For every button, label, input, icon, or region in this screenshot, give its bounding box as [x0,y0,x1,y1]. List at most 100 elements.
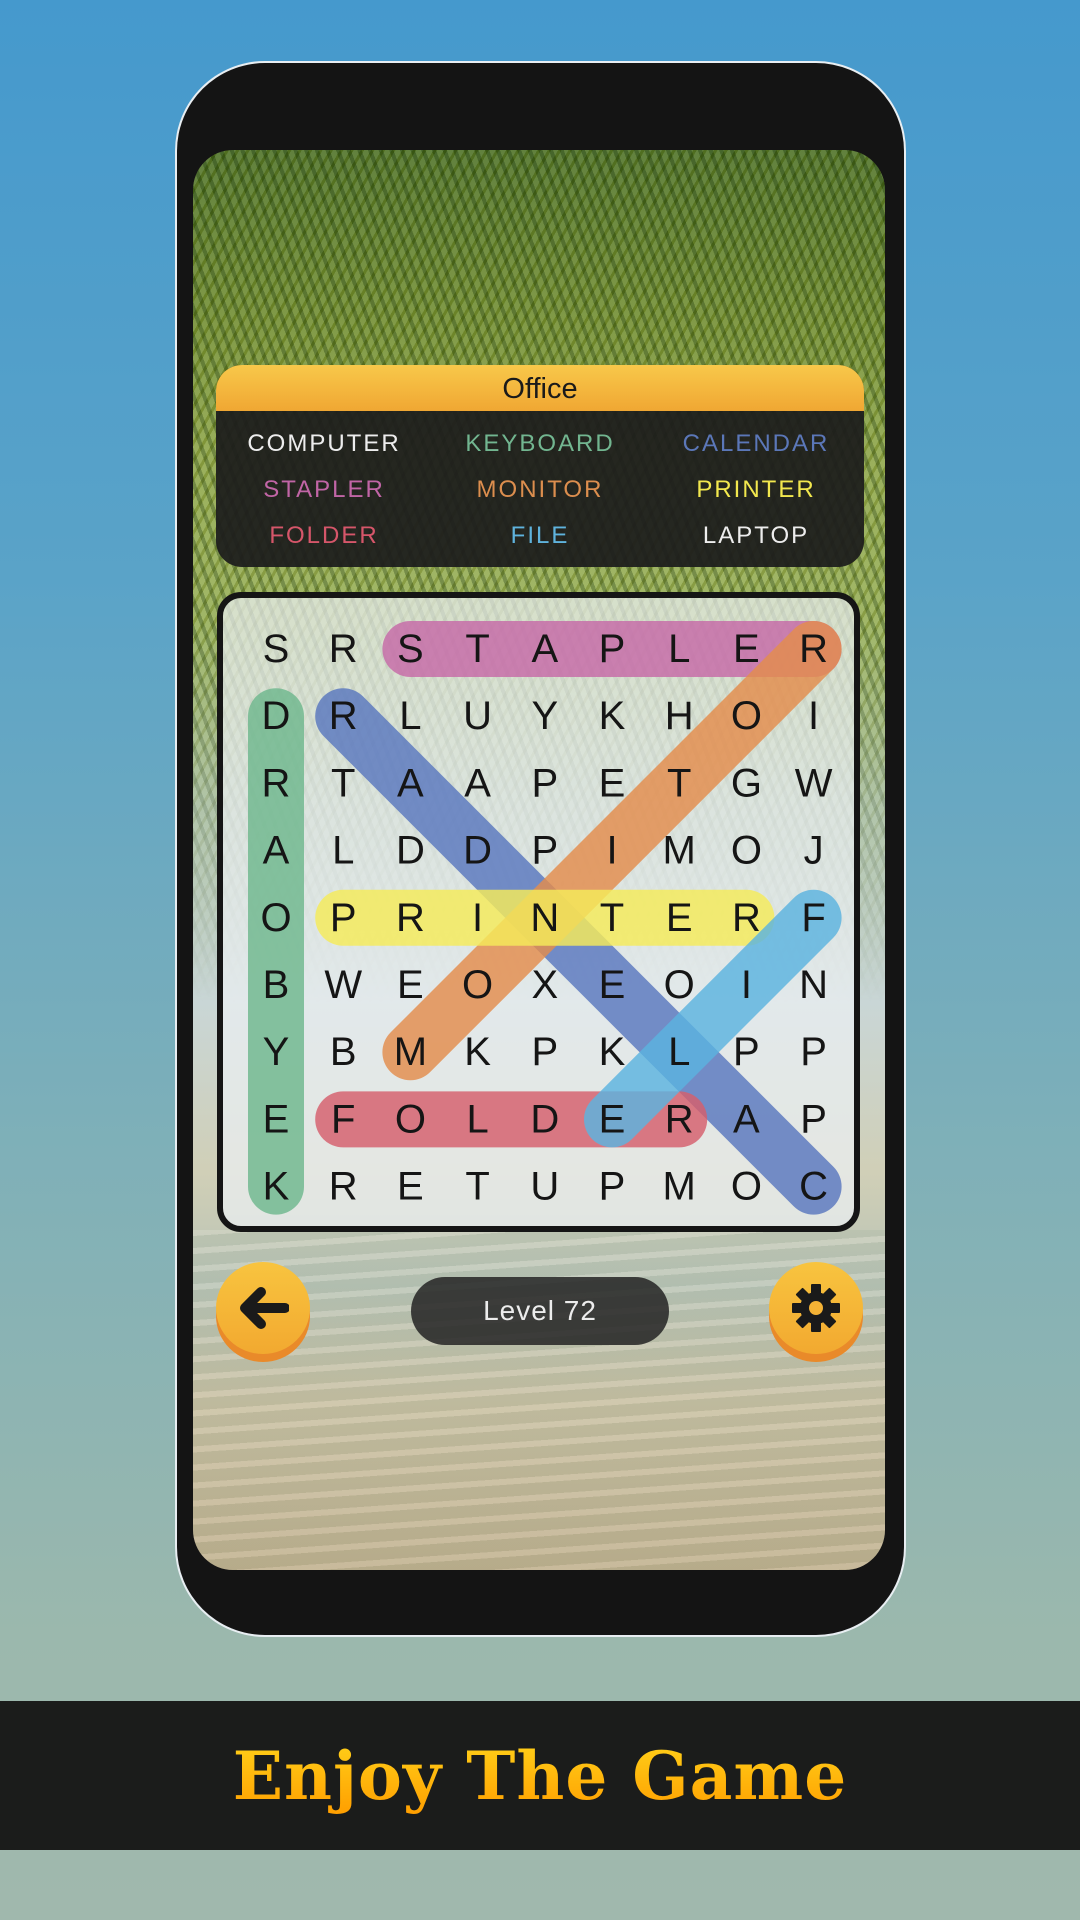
grid-letter[interactable]: P [800,1097,827,1141]
grid-letter[interactable]: P [599,627,626,671]
grid-letter[interactable]: L [668,1030,690,1074]
grid-letter[interactable]: X [531,963,558,1007]
grid-letter[interactable]: T [465,1165,489,1209]
grid-letter[interactable]: I [808,694,819,738]
grid-letter[interactable]: M [663,1165,696,1209]
grid-letter[interactable]: E [397,1165,424,1209]
grid-letter[interactable]: Y [531,694,558,738]
grid-letter[interactable]: U [463,694,492,738]
word-list: COMPUTER KEYBOARD CALENDAR STAPLER MONITOR PR… [216,411,864,555]
grid-letter[interactable]: A [263,829,290,873]
grid-letter[interactable]: U [530,1165,559,1209]
grid-letter[interactable]: P [733,1030,760,1074]
grid-letter[interactable]: R [329,1165,358,1209]
grid-letter[interactable]: S [263,627,290,671]
grid-letter[interactable]: D [396,829,425,873]
grid-letter[interactable]: O [664,963,695,1007]
grid-letter[interactable]: E [599,761,626,805]
grid-letter[interactable]: D [262,694,291,738]
grid-letter[interactable]: J [804,829,824,873]
grid-letter[interactable]: E [733,627,760,671]
grid-letter[interactable]: F [331,1097,355,1141]
word-item: FILE [510,522,570,549]
banner-title: Enjoy The Game [232,1736,848,1815]
grid-letter[interactable]: P [599,1165,626,1209]
grid-letter[interactable]: E [263,1097,290,1141]
arrow-left-icon [240,1287,289,1329]
grid-letter[interactable]: O [731,829,762,873]
grid-letter[interactable]: R [396,896,425,940]
grid-letter[interactable]: O [462,963,493,1007]
grid-letter[interactable]: K [464,1030,491,1074]
grid-letter[interactable]: A [464,761,491,805]
grid-letter[interactable]: I [741,963,752,1007]
grid-letter[interactable]: D [530,1097,559,1141]
grid-letter[interactable]: E [666,896,693,940]
grid-letter[interactable]: N [530,896,559,940]
grid-letter[interactable]: P [531,1030,558,1074]
grid-letter[interactable]: P [330,896,357,940]
word-item: LAPTOP [702,522,810,549]
grid-letter[interactable]: R [732,896,761,940]
grid-letter[interactable]: T [465,627,489,671]
grid-letter[interactable]: D [463,829,492,873]
grid-letter[interactable]: K [599,1030,626,1074]
word-item: FOLDER [269,522,379,549]
grid-letter[interactable]: E [599,1097,626,1141]
promo-banner: Enjoy The Game [0,1701,1080,1850]
grid-letter[interactable]: B [330,1030,357,1074]
grid-letter[interactable]: I [606,829,617,873]
letter-board[interactable]: SRSTAPLERDRLUYKHOIRTAAPETGWALDDPIMOJOPRI… [217,592,860,1232]
grid-letter[interactable]: L [668,627,690,671]
grid-letter[interactable]: O [395,1097,426,1141]
grid-letter[interactable]: W [324,963,362,1007]
grid-letter[interactable]: R [799,627,828,671]
category-title: Office [216,365,864,411]
grid-letter[interactable]: I [472,896,483,940]
word-list-panel: Office COMPUTER KEYBOARD CALENDAR STAPLER MO… [216,365,864,567]
grid-letter[interactable]: P [531,829,558,873]
grid-letter[interactable]: O [731,1165,762,1209]
grid-letter[interactable]: R [329,627,358,671]
grid-letter[interactable]: R [665,1097,694,1141]
grid-letter[interactable]: H [665,694,694,738]
grid-letter[interactable]: K [263,1165,290,1209]
grid-letter[interactable]: B [263,963,290,1007]
grid-letter[interactable]: L [399,694,421,738]
grid-letter[interactable]: S [397,627,424,671]
grid-letter[interactable]: T [667,761,691,805]
grid-letter[interactable]: E [397,963,424,1007]
word-item: MONITOR [476,476,604,503]
grid-letter[interactable]: P [800,1030,827,1074]
settings-button[interactable] [769,1262,863,1362]
grid-letter[interactable]: T [600,896,624,940]
grid-letter[interactable]: N [799,963,828,1007]
grid-letter[interactable]: A [397,761,424,805]
grid-letter[interactable]: M [394,1030,427,1074]
grid-letter[interactable]: F [801,896,825,940]
word-item: COMPUTER [247,430,401,457]
letter-grid[interactable]: S R S T A P L E RD R L U Y K H O IR T A A P E T G WA L D D P I M O JO P R I… [223,598,854,1226]
grid-letter[interactable]: A [733,1097,760,1141]
word-item: KEYBOARD [465,430,615,457]
gear-icon [792,1284,840,1332]
grid-letter[interactable]: O [260,896,291,940]
grid-letter[interactable]: L [466,1097,488,1141]
grid-letter[interactable]: T [331,761,355,805]
grid-letter[interactable]: E [599,963,626,1007]
word-item: CALENDAR [682,430,830,457]
grid-letter[interactable]: M [663,829,696,873]
grid-letter[interactable]: L [332,829,354,873]
grid-letter[interactable]: P [531,761,558,805]
word-item: PRINTER [696,476,816,503]
grid-letter[interactable]: Y [263,1030,290,1074]
grid-letter[interactable]: R [329,694,358,738]
grid-letter[interactable]: G [731,761,762,805]
grid-letter[interactable]: C [799,1165,828,1209]
grid-letter[interactable]: O [731,694,762,738]
grid-letter[interactable]: A [531,627,558,671]
back-button[interactable] [216,1262,310,1362]
grid-letter[interactable]: W [795,761,833,805]
grid-letter[interactable]: R [262,761,291,805]
grid-letter[interactable]: K [599,694,626,738]
